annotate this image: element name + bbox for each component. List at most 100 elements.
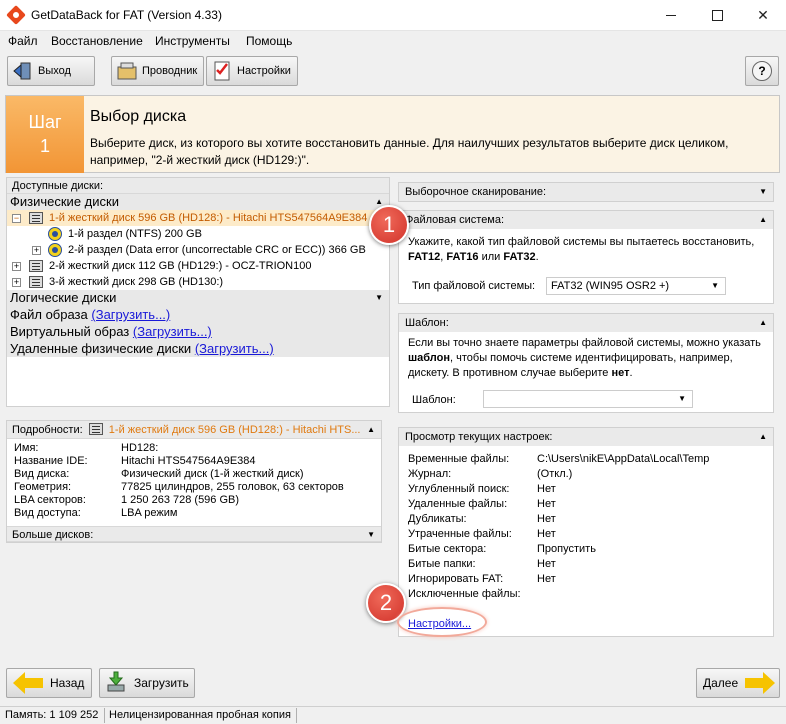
title-bar: GetDataBack for FAT (Version 4.33) ✕ <box>0 0 786 31</box>
details-header[interactable]: Подробности: 1-й жесткий диск 596 GB (HD… <box>7 421 381 439</box>
filesystem-text: Укажите, какой тип файловой системы вы п… <box>408 236 755 248</box>
memory-status: Память: 1 109 252 <box>5 709 99 721</box>
close-button[interactable]: ✕ <box>740 0 786 31</box>
fat32-label: FAT32 <box>503 251 536 263</box>
partition-icon <box>48 243 62 257</box>
detail-row: Название IDE: Hitachi HTS547564A9E384 <box>14 455 256 468</box>
setting-value: Пропустить <box>537 543 596 555</box>
callout-badge-1: 1 <box>369 205 409 245</box>
current-settings-header[interactable]: Просмотр текущих настроек: <box>399 428 773 446</box>
setting-row: Углубленный поиск: Нет <box>408 483 556 498</box>
hard-disk-icon <box>29 260 43 272</box>
minimize-button[interactable] <box>648 0 694 31</box>
status-divider <box>104 708 105 723</box>
detail-key: Геометрия: <box>14 481 72 493</box>
exit-label: Выход <box>38 65 71 77</box>
menu-help[interactable]: Помощь <box>246 34 292 48</box>
fat12-label: FAT12 <box>408 251 441 263</box>
detail-row: Вид диска: Физический диск (1-й жесткий д… <box>14 468 304 481</box>
filesystem-type-select[interactable]: FAT32 (WIN95 OSR2 +) <box>546 277 726 295</box>
detail-value: LBA режим <box>121 507 178 519</box>
remote-disks-row: Удаленные физические диски (Загрузить...… <box>7 340 389 357</box>
logical-disks-header[interactable]: Логические диски <box>7 290 389 306</box>
template-bold: шаблон <box>408 352 451 364</box>
download-icon <box>106 671 126 696</box>
more-disks-header[interactable]: Больше дисков: <box>7 526 381 543</box>
setting-row: Игнорировать FAT: Нет <box>408 573 556 588</box>
settings-button[interactable]: Настройки <box>206 56 298 86</box>
selective-scan-header[interactable]: Выборочное сканирование: <box>399 183 773 201</box>
explorer-button[interactable]: Проводник <box>111 56 204 86</box>
setting-row: Удаленные файлы: Нет <box>408 498 556 513</box>
setting-row: Битые сектора: Пропустить <box>408 543 596 558</box>
expand-icon[interactable]: + <box>32 246 41 255</box>
template-select[interactable] <box>483 390 693 408</box>
checklist-icon <box>211 60 233 82</box>
step-description: Выберите диск, из которого вы хотите вос… <box>90 136 729 167</box>
tree-item-label: 1-й раздел (NTFS) 200 GB <box>68 228 202 240</box>
remote-disks-load-link[interactable]: (Загрузить...) <box>195 341 274 356</box>
tree-item-partition-2[interactable]: + 2-й раздел (Data error (uncorrectable … <box>7 242 389 258</box>
step-header: Шаг 1 Выбор диска Выберите диск, из кото… <box>5 95 780 173</box>
step-indicator: Шаг 1 <box>6 96 84 173</box>
virtual-image-label: Виртуальный образ <box>10 324 130 339</box>
tree-item-label: 3-й жесткий диск 298 GB (HD130:) <box>49 276 224 288</box>
collapse-icon[interactable]: − <box>12 214 21 223</box>
help-button[interactable]: ? <box>745 56 779 86</box>
setting-value: Нет <box>537 528 556 540</box>
template-description: Если вы точно знаете параметры файловой … <box>408 337 761 379</box>
filesystem-header[interactable]: Файловая система: <box>399 211 773 229</box>
virtual-image-load-link[interactable]: (Загрузить...) <box>133 324 212 339</box>
toolbar: Выход Проводник Настройки ? <box>0 51 786 91</box>
expand-icon[interactable]: + <box>12 262 21 271</box>
setting-key: Исключенные файлы: <box>408 588 521 600</box>
physical-disks-header[interactable]: Физические диски <box>7 194 389 210</box>
back-button[interactable]: Назад <box>6 668 92 698</box>
maximize-button[interactable] <box>694 0 740 31</box>
menu-bar: Файл Восстановление Инструменты Помощь <box>0 31 786 51</box>
detail-key: Название IDE: <box>14 455 88 467</box>
tree-item-disk-3[interactable]: + 3-й жесткий диск 298 GB (HD130:) <box>7 274 389 290</box>
setting-row: Битые папки: Нет <box>408 558 556 573</box>
setting-key: Битые сектора: <box>408 543 487 555</box>
image-file-load-link[interactable]: (Загрузить...) <box>91 307 170 322</box>
setting-value: (Откл.) <box>537 468 573 480</box>
load-button[interactable]: Загрузить <box>99 668 195 698</box>
image-file-row: Файл образа (Загрузить...) <box>7 306 389 323</box>
tree-item-disk-2[interactable]: + 2-й жесткий диск 112 GB (HD129:) - OCZ… <box>7 258 389 274</box>
setting-value: Нет <box>537 498 556 510</box>
setting-row: Временные файлы: C:\Users\nikE\AppData\Lo… <box>408 453 709 468</box>
highlight-ellipse <box>397 607 487 637</box>
step-word: Шаг <box>28 112 62 132</box>
setting-row: Журнал: (Откл.) <box>408 468 572 483</box>
setting-key: Журнал: <box>408 468 452 480</box>
setting-value: Нет <box>537 483 556 495</box>
detail-key: LBA секторов: <box>14 494 86 506</box>
tree-item-partition-1[interactable]: 1-й раздел (NTFS) 200 GB <box>7 226 389 242</box>
status-bar: Память: 1 109 252 Нелицензированная проб… <box>0 706 786 724</box>
settings-label: Настройки <box>237 65 291 77</box>
exit-button[interactable]: Выход <box>7 56 95 86</box>
expand-icon[interactable]: + <box>12 278 21 287</box>
step-number: 1 <box>39 136 50 156</box>
next-button[interactable]: Далее <box>696 668 780 698</box>
setting-key: Углубленный поиск: <box>408 483 510 495</box>
explorer-label: Проводник <box>142 65 198 77</box>
tree-item-disk-1[interactable]: − 1-й жесткий диск 596 GB (HD128:) - Hit… <box>7 210 389 226</box>
current-settings-section: Просмотр текущих настроек: Временные фай… <box>398 427 774 637</box>
hard-disk-icon <box>88 423 103 435</box>
setting-row: Утраченные файлы: Нет <box>408 528 556 543</box>
details-disk-name: 1-й жесткий диск 596 GB (HD128:) - Hitac… <box>108 424 361 436</box>
arrow-right-icon <box>745 672 776 694</box>
setting-row: Исключенные файлы: <box>408 588 521 603</box>
menu-file[interactable]: Файл <box>8 34 38 48</box>
setting-value: Нет <box>537 573 556 585</box>
app-icon <box>6 5 26 25</box>
menu-recovery[interactable]: Восстановление <box>51 34 143 48</box>
arrow-left-icon <box>13 672 43 694</box>
menu-tools[interactable]: Инструменты <box>155 34 230 48</box>
template-text: Если вы точно знаете параметры файловой … <box>408 337 761 349</box>
setting-row: Дубликаты: Нет <box>408 513 556 528</box>
back-label: Назад <box>50 676 85 690</box>
template-header[interactable]: Шаблон: <box>399 314 773 332</box>
